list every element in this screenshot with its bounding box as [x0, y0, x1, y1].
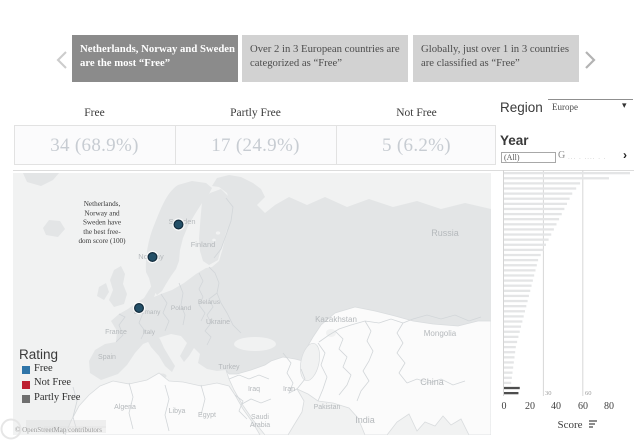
svg-text:80: 80	[604, 401, 614, 412]
svg-text:© OpenStreetMap contributors: © OpenStreetMap contributors	[15, 426, 102, 434]
svg-text:30: 30	[545, 390, 552, 397]
svg-text:Score: Score	[557, 419, 582, 431]
svg-text:0: 0	[502, 401, 507, 412]
svg-text:40: 40	[551, 401, 561, 412]
svg-text:60: 60	[578, 401, 588, 412]
svg-text:60: 60	[585, 390, 592, 397]
svg-text:20: 20	[525, 401, 535, 412]
